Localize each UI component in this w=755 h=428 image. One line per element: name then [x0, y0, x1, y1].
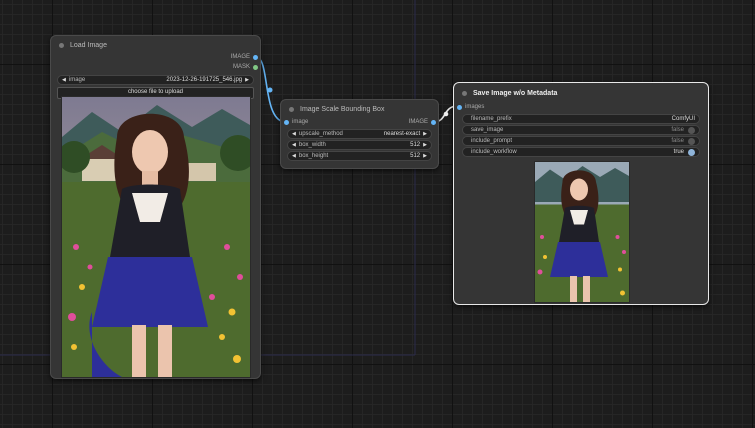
right-arrow-icon[interactable]: ▶	[423, 142, 427, 148]
box-height-value: 512	[410, 153, 421, 159]
include-prompt-label: include_prompt	[471, 138, 513, 144]
image-combo-widget[interactable]: ◀ image 2023-12-26-191725_546.jpg ▶	[57, 75, 254, 85]
filename-prefix-label: filename_prefix	[471, 116, 512, 122]
scale-box-io-row: image IMAGE	[281, 118, 438, 128]
box-height-label: box_height	[298, 153, 329, 159]
save-image-toggle-label: save_image	[471, 127, 504, 133]
input-image-socket[interactable]	[284, 120, 289, 125]
output-image-label: IMAGE	[408, 119, 428, 125]
include-prompt-toggle[interactable]: include_prompt false	[462, 136, 700, 146]
collapse-dot-icon[interactable]	[289, 106, 294, 112]
portrait-illustration	[62, 97, 250, 377]
save-image-io-row: images	[454, 103, 708, 113]
save-image-header[interactable]: Save Image w/o Metadata	[454, 83, 708, 103]
include-workflow-label: include_workflow	[471, 149, 517, 155]
toggle-off-icon[interactable]	[688, 126, 695, 134]
left-arrow-icon[interactable]: ◀	[292, 153, 296, 159]
load-image-node[interactable]: Load Image IMAGE MASK ◀ image 2023-12-26…	[50, 35, 261, 379]
box-width-value: 512	[410, 142, 421, 148]
image-widget-label: image	[68, 77, 86, 83]
right-arrow-icon[interactable]: ▶	[245, 77, 249, 83]
collapse-dot-icon[interactable]	[462, 90, 467, 96]
input-images-label: images	[465, 104, 485, 110]
collapse-dot-icon[interactable]	[59, 42, 64, 48]
image-scale-bounding-box-node[interactable]: Image Scale Bounding Box image IMAGE ◀ u…	[280, 99, 439, 169]
output-image-label: IMAGE	[230, 54, 250, 60]
output-image-socket[interactable]	[253, 55, 258, 60]
output-image-row: IMAGE	[51, 53, 260, 63]
filename-prefix-value: ComfyUI	[671, 116, 695, 122]
output-image-socket[interactable]	[431, 120, 436, 125]
image-widget-value: 2023-12-26-191725_546.jpg	[166, 77, 243, 83]
link-midpoint-handle	[267, 87, 273, 93]
include-workflow-toggle[interactable]: include_workflow true	[462, 147, 700, 157]
save-image-toggle[interactable]: save_image false	[462, 125, 700, 135]
output-mask-socket[interactable]	[253, 65, 258, 70]
left-arrow-icon[interactable]: ◀	[292, 142, 296, 148]
box-height-widget[interactable]: ◀ box_height 512 ▶	[287, 151, 432, 161]
toggle-off-icon[interactable]	[688, 137, 695, 145]
output-mask-row: MASK	[51, 63, 260, 73]
include-workflow-value: true	[673, 149, 684, 155]
include-prompt-value: false	[671, 138, 684, 144]
load-image-header[interactable]: Load Image	[51, 36, 260, 54]
input-image-label: image	[292, 119, 309, 125]
link-midpoint-handle-2	[443, 111, 449, 117]
output-mask-label: MASK	[232, 64, 250, 70]
upscale-method-value: nearest-exact	[383, 131, 421, 137]
load-image-preview	[61, 96, 251, 378]
right-arrow-icon[interactable]: ▶	[423, 153, 427, 159]
left-arrow-icon[interactable]: ◀	[292, 131, 296, 137]
scale-box-header[interactable]: Image Scale Bounding Box	[281, 100, 438, 118]
output-portrait-illustration	[535, 162, 629, 302]
right-arrow-icon[interactable]: ▶	[423, 131, 427, 137]
filename-prefix-widget[interactable]: filename_prefix ComfyUI	[462, 114, 700, 124]
input-images-socket[interactable]	[457, 105, 462, 110]
scale-box-title: Image Scale Bounding Box	[300, 105, 385, 113]
left-arrow-icon[interactable]: ◀	[62, 77, 66, 83]
load-image-title: Load Image	[70, 41, 107, 49]
save-image-node[interactable]: Save Image w/o Metadata images filename_…	[453, 82, 709, 305]
save-image-toggle-value: false	[671, 127, 684, 133]
upscale-method-widget[interactable]: ◀ upscale_method nearest-exact ▶	[287, 129, 432, 139]
box-width-label: box_width	[298, 142, 326, 148]
upscale-method-label: upscale_method	[298, 131, 343, 137]
toggle-on-icon[interactable]	[688, 148, 695, 156]
box-width-widget[interactable]: ◀ box_width 512 ▶	[287, 140, 432, 150]
save-image-title: Save Image w/o Metadata	[473, 89, 558, 97]
save-image-preview	[534, 161, 630, 303]
